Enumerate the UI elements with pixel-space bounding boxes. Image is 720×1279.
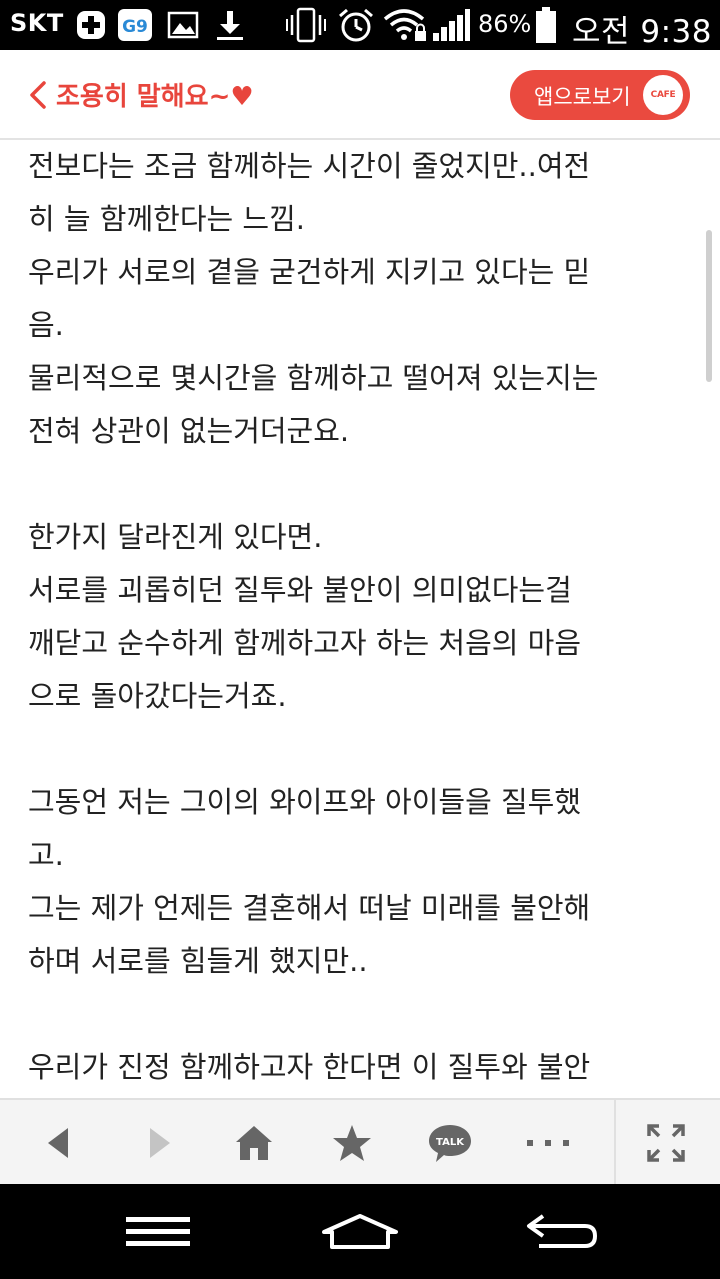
- home-outline-icon[interactable]: [316, 1184, 404, 1279]
- article-line: 그동언 저는 그이의 와이프와 아이들을 질투했: [28, 785, 582, 819]
- cafe-header: 조용히 말해요~♥ 앱으로보기 CAFE: [0, 50, 720, 140]
- battery-percent: 86%: [478, 10, 532, 38]
- home-icon[interactable]: [218, 1100, 290, 1186]
- signal-icon: [430, 6, 472, 44]
- back-arrow-icon[interactable]: [22, 1100, 94, 1186]
- medical-plus-icon: [74, 6, 108, 44]
- back-chevron-icon[interactable]: [26, 80, 52, 110]
- back-return-icon[interactable]: [520, 1184, 604, 1279]
- g9-app-icon: G9: [116, 6, 154, 44]
- article-line: 고.: [28, 838, 64, 872]
- image-icon: [166, 6, 200, 44]
- status-bar: SKT G9 86% 오전 9:38: [0, 0, 720, 50]
- heart-icon: ♥: [230, 82, 254, 112]
- article-line: [28, 723, 698, 776]
- article-line: [28, 458, 698, 511]
- download-icon: [212, 6, 248, 44]
- vibrate-icon: [286, 6, 326, 44]
- scrollbar-thumb[interactable]: [706, 230, 712, 382]
- cafe-logo-icon: CAFE: [643, 75, 683, 115]
- battery-icon: [534, 6, 558, 44]
- menu-icon[interactable]: [118, 1184, 198, 1279]
- article-line: 으로 돌아갔다는거죠.: [28, 679, 287, 713]
- cafe-name-text: 조용히 말해요~: [56, 82, 231, 112]
- article-line: 깨닫고 순수하게 함께하고자 하는 처음의 마음: [28, 626, 582, 660]
- open-in-app-button[interactable]: 앱으로보기 CAFE: [510, 70, 690, 120]
- cafe-name-link[interactable]: 조용히 말해요~♥: [56, 76, 254, 113]
- article-body: 전보다는 조금 함께하는 시간이 줄었지만..여전히 늘 함께한다는 느낌. 우리…: [28, 140, 698, 1098]
- article-line: [28, 988, 698, 1041]
- cafe-logo-text: CAFE: [650, 90, 676, 100]
- article-line: 서로를 괴롭히던 질투와 불안이 의미없다는걸: [28, 573, 572, 607]
- article-line: 히 늘 함께한다는 느낌.: [28, 202, 305, 236]
- clock-time: 오전 9:38: [572, 14, 713, 50]
- article-line: 음.: [28, 308, 64, 342]
- more-icon[interactable]: [512, 1100, 584, 1186]
- article-line: 전보다는 조금 함께하는 시간이 줄었지만..여전: [28, 149, 591, 183]
- svg-text:G9: G9: [122, 17, 148, 37]
- article-line: 물리적으로 몇시간을 함께하고 떨어져 있는지는: [28, 361, 599, 395]
- article-line: 우리가 진정 함께하고자 한다면 이 질투와 불안: [28, 1050, 591, 1084]
- carrier-label: SKT: [10, 9, 64, 37]
- browser-toolbar: TALK: [0, 1098, 720, 1186]
- toolbar-divider: [614, 1100, 616, 1186]
- fullscreen-icon[interactable]: [630, 1100, 702, 1186]
- article-line: 전혀 상관이 없는거더군요.: [28, 414, 350, 448]
- system-nav-bar: [0, 1184, 720, 1279]
- open-in-app-label: 앱으로보기: [534, 85, 631, 109]
- star-icon[interactable]: [316, 1100, 388, 1186]
- forward-arrow-icon[interactable]: [124, 1100, 196, 1186]
- article-line: 그는 제가 언제든 결혼해서 떠날 미래를 불안해: [28, 891, 591, 925]
- alarm-icon: [336, 6, 376, 44]
- article-line: 우리가 서로의 곁을 굳건하게 지키고 있다는 믿: [28, 255, 591, 289]
- talk-icon[interactable]: TALK: [412, 1100, 488, 1186]
- article-line: 하며 서로를 힘들게 했지만..: [28, 944, 368, 978]
- article-line: 한가지 달라진게 있다면.: [28, 520, 323, 554]
- talk-label: TALK: [436, 1137, 465, 1148]
- wifi-locked-icon: [382, 6, 428, 44]
